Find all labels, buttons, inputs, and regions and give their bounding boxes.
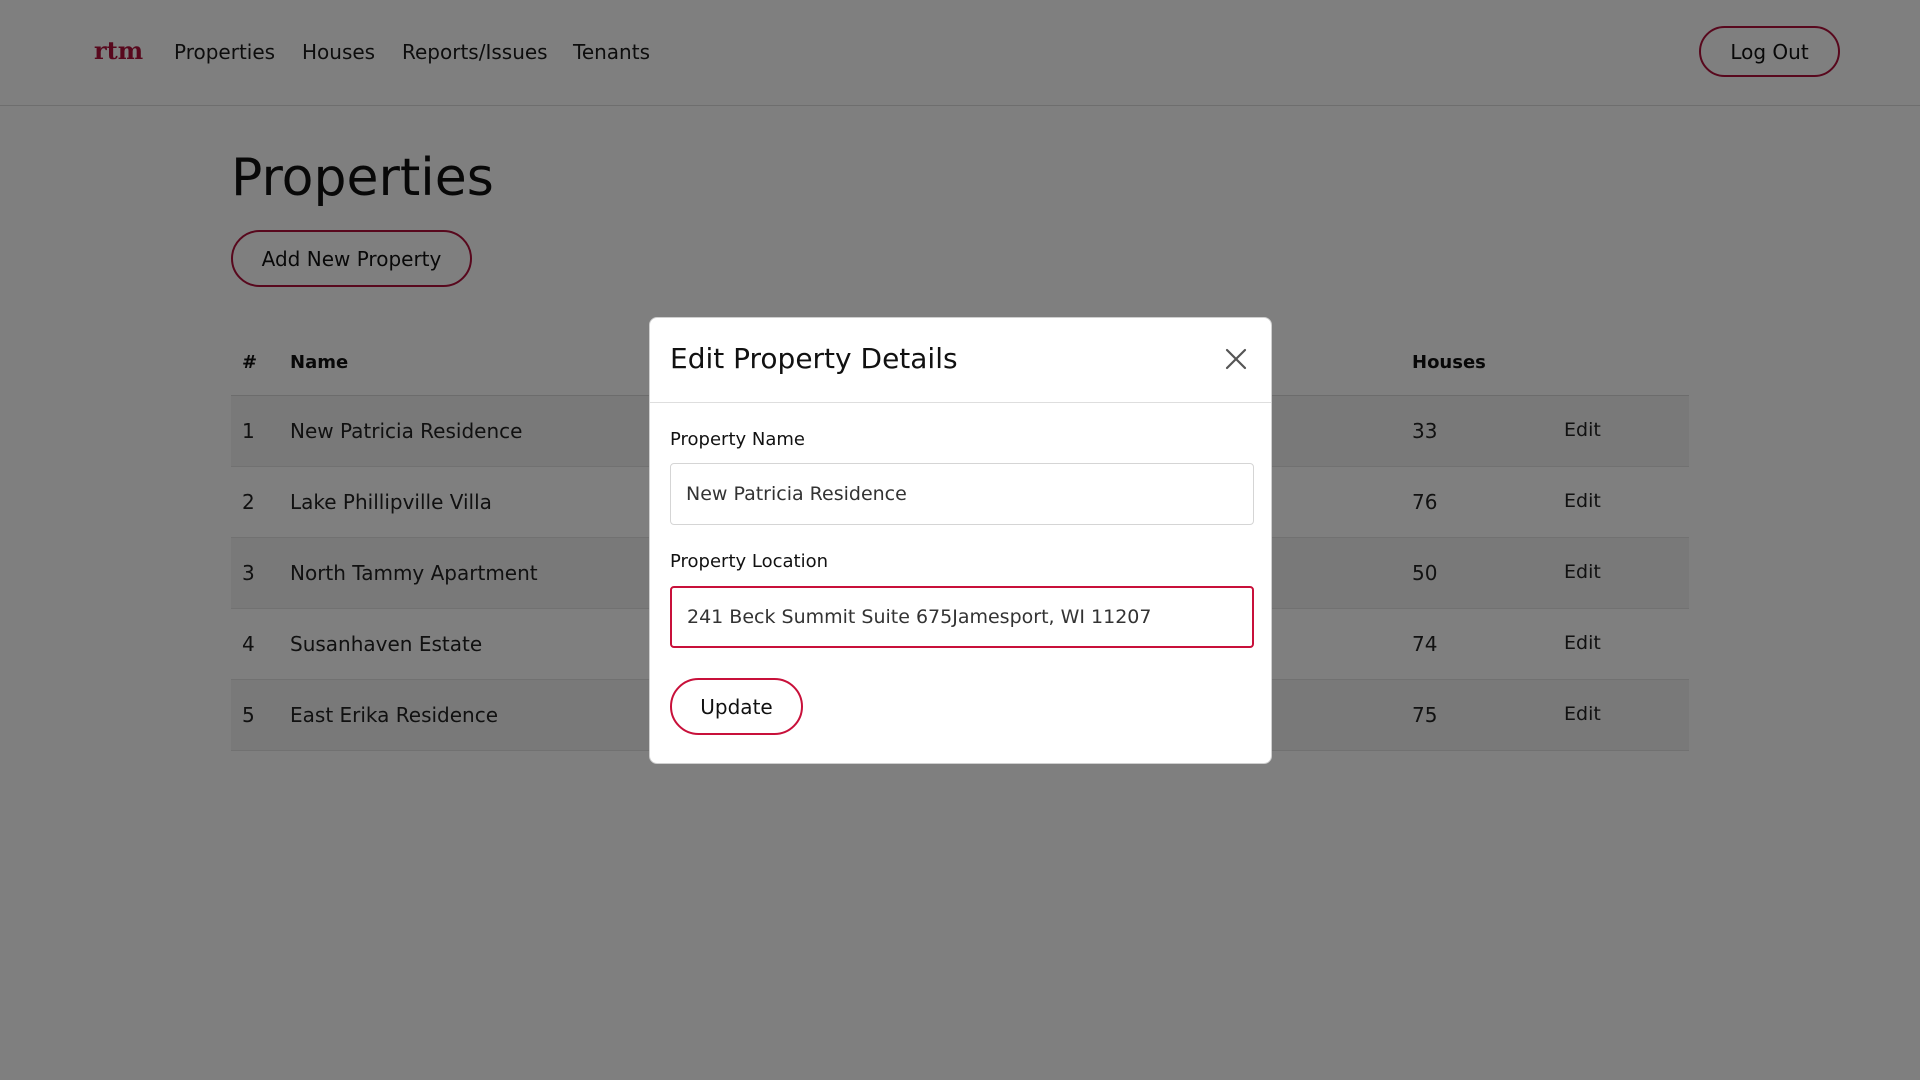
modal-title: Edit Property Details — [670, 342, 958, 375]
property-location-label: Property Location — [670, 551, 829, 572]
property-name-input[interactable] — [670, 463, 1254, 525]
property-location-input[interactable] — [670, 586, 1254, 648]
edit-property-modal: Edit Property Details Property Name Prop… — [649, 317, 1272, 764]
modal-header: Edit Property Details — [650, 318, 1271, 403]
update-button[interactable]: Update — [670, 678, 803, 735]
page: rtm Properties Houses Reports/Issues Ten… — [0, 0, 1920, 1080]
close-button[interactable] — [1219, 342, 1253, 376]
close-icon — [1225, 348, 1247, 370]
property-name-label: Property Name — [670, 429, 805, 450]
